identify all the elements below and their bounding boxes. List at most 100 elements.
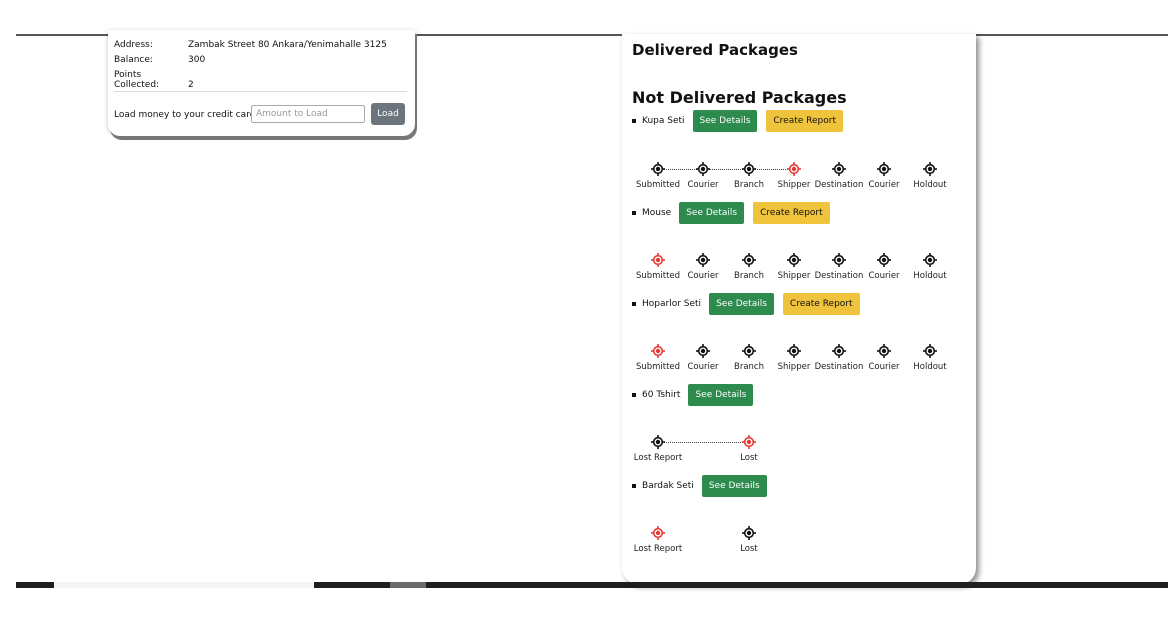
points-label: Points Collected:	[114, 70, 160, 90]
status-stage-label: Courier	[868, 362, 900, 372]
package-name: Hoparlor Seti	[642, 299, 702, 309]
status-node-icon	[832, 344, 846, 358]
status-node-icon	[742, 526, 756, 540]
bottom-taskbar	[16, 582, 1168, 588]
status-tracker: Submitted Courier Branch Shipper Destination…	[622, 253, 976, 293]
status-node-icon	[651, 253, 665, 267]
package-name: Kupa Seti	[642, 116, 685, 126]
status-stage-label: Submitted	[635, 271, 681, 281]
status-stage-label: Shipper	[777, 271, 811, 281]
status-connector	[755, 169, 788, 170]
status-node-icon	[651, 435, 665, 449]
create-report-button[interactable]: Create Report	[782, 293, 860, 315]
package-item-mouse: Mouse See Details Create Report	[632, 202, 839, 224]
status-node-icon	[877, 162, 891, 176]
status-node-icon	[696, 344, 710, 358]
balance-label: Balance:	[114, 55, 153, 65]
points-value: 2	[188, 80, 194, 90]
status-tracker: Submitted Courier Branch Shipper Destination…	[622, 344, 976, 384]
status-node-icon	[742, 344, 756, 358]
status-stage-label: Holdout	[913, 362, 947, 372]
status-connector	[709, 169, 743, 170]
package-item-bardak-seti: Bardak Seti See Details	[632, 475, 776, 497]
status-node-icon	[923, 344, 937, 358]
status-node-icon	[651, 344, 665, 358]
list-bullet	[632, 302, 636, 306]
status-node-icon	[832, 253, 846, 267]
packages-card: Delivered Packages Not Delivered Package…	[622, 34, 976, 584]
status-stage-label: Courier	[687, 271, 719, 281]
package-item-60-tshirt: 60 Tshirt See Details	[632, 384, 762, 406]
taskbar-segment	[390, 582, 426, 588]
status-stage-label: Branch	[734, 362, 764, 372]
status-tracker: Submitted Courier Branch Shipper Destination…	[622, 162, 976, 202]
status-stage-label: Destination	[814, 271, 864, 281]
see-details-button[interactable]: See Details	[701, 475, 767, 497]
list-bullet	[632, 484, 636, 488]
load-button[interactable]: Load	[371, 103, 405, 125]
address-row: Address: Zambak Street 80 Ankara/Yenimaha…	[114, 40, 387, 50]
status-node-icon	[923, 253, 937, 267]
create-report-button[interactable]: Create Report	[753, 202, 830, 224]
status-node-icon	[742, 435, 756, 449]
see-details-button[interactable]: See Details	[688, 384, 754, 406]
status-stage-label: Courier	[687, 362, 719, 372]
balance-row: Balance: 300	[114, 55, 205, 65]
status-node-icon	[742, 162, 756, 176]
status-stage-label: Lost	[740, 453, 758, 463]
package-name: Bardak Seti	[642, 481, 694, 491]
not-delivered-packages-title: Not Delivered Packages	[632, 88, 847, 107]
status-node-icon	[877, 253, 891, 267]
status-node-icon	[832, 162, 846, 176]
load-money-label: Load money to your credit card:	[114, 110, 259, 120]
status-node-icon	[651, 526, 665, 540]
status-stage-label: Holdout	[913, 180, 947, 190]
status-stage-label: Submitted	[635, 180, 681, 190]
see-details-button[interactable]: See Details	[709, 293, 774, 315]
see-details-button[interactable]: See Details	[692, 110, 758, 132]
status-connector	[664, 169, 697, 170]
status-stage-label: Shipper	[777, 180, 811, 190]
status-stage-label: Submitted	[635, 362, 681, 372]
points-row: Points Collected: 2	[114, 70, 194, 90]
list-bullet	[632, 119, 636, 123]
status-stage-label: Destination	[814, 362, 864, 372]
status-connector	[664, 442, 743, 443]
status-node-icon	[787, 344, 801, 358]
profile-divider	[114, 91, 407, 92]
status-node-icon	[787, 253, 801, 267]
balance-value: 300	[188, 55, 206, 65]
package-item-kupa-seti: Kupa Seti See Details Create Report	[632, 110, 852, 132]
address-label: Address:	[114, 40, 153, 50]
status-node-icon	[651, 162, 665, 176]
package-name: Mouse	[642, 208, 672, 218]
status-tracker: Lost Report Lost	[622, 435, 976, 475]
status-stage-label: Branch	[734, 271, 764, 281]
status-node-icon	[696, 253, 710, 267]
status-tracker: Lost Report Lost	[622, 526, 976, 566]
status-stage-label: Lost	[740, 544, 758, 554]
status-node-icon	[923, 162, 937, 176]
package-name: 60 Tshirt	[642, 390, 681, 400]
status-stage-label: Holdout	[913, 271, 947, 281]
status-stage-label: Shipper	[777, 362, 811, 372]
status-stage-label: Courier	[868, 180, 900, 190]
list-bullet	[632, 211, 636, 215]
status-node-icon	[696, 162, 710, 176]
delivered-packages-title: Delivered Packages	[632, 41, 798, 59]
list-bullet	[632, 393, 636, 397]
create-report-button[interactable]: Create Report	[766, 110, 843, 132]
status-node-icon	[742, 253, 756, 267]
status-stage-label: Lost Report	[633, 453, 683, 463]
amount-to-load-input[interactable]	[251, 105, 365, 123]
see-details-button[interactable]: See Details	[679, 202, 745, 224]
status-stage-label: Destination	[814, 180, 864, 190]
status-stage-label: Courier	[868, 271, 900, 281]
taskbar-segment	[54, 582, 314, 588]
profile-card: Address: Zambak Street 80 Ankara/Yenimaha…	[108, 30, 415, 136]
status-stage-label: Courier	[687, 180, 719, 190]
address-value: Zambak Street 80 Ankara/Yenimahalle 3125	[188, 40, 387, 50]
status-stage-label: Branch	[734, 180, 764, 190]
package-item-hoparlor-seti: Hoparlor Seti See Details Create Report	[632, 293, 869, 315]
status-node-icon	[877, 344, 891, 358]
